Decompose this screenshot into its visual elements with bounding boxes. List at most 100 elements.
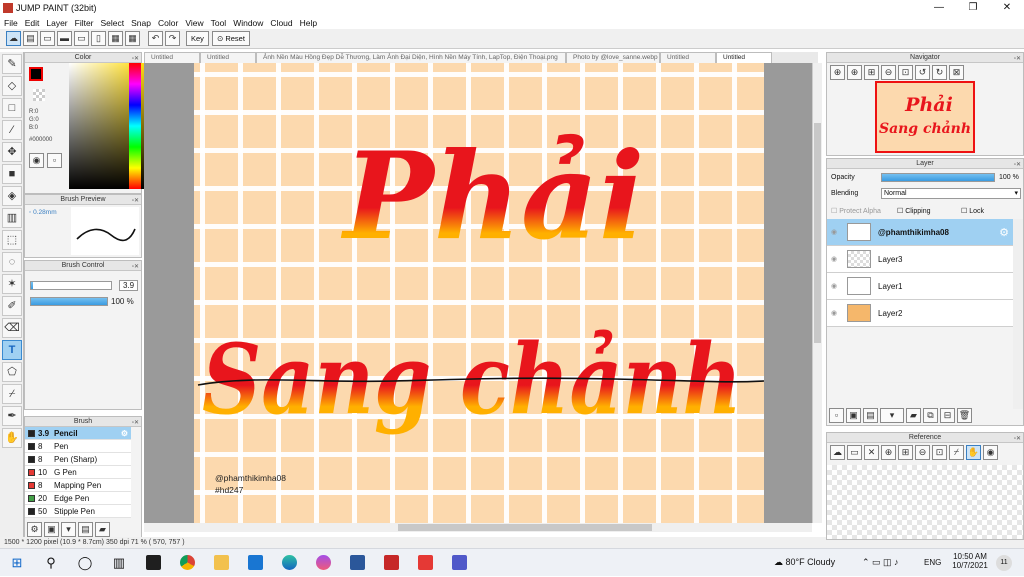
shape-tool-icon[interactable]: ⬠ [2,362,22,382]
brush-settings-icon[interactable]: ⚙ [27,522,42,537]
brush-menu-icon[interactable]: ▾ [61,522,76,537]
menu-edit[interactable]: Edit [25,18,40,28]
grid-icon[interactable]: ▦ [125,31,140,46]
menu-file[interactable]: File [4,18,18,28]
select-pen-tool-icon[interactable]: ✐ [2,296,22,316]
horizontal-scrollbar[interactable] [144,523,812,532]
new-raster-layer-icon[interactable]: ▣ [846,408,861,423]
layer-row[interactable]: ◉ Layer1 [827,273,1013,300]
menu-snap[interactable]: Snap [131,18,151,28]
gradient-tool-icon[interactable]: ▥ [2,208,22,228]
open-icon[interactable]: ▭ [40,31,55,46]
brush-item[interactable]: 10 G Pen [25,466,131,479]
new-layer-icon[interactable]: ▫ [829,408,844,423]
tab-background-image[interactable]: Ảnh Nền Màu Hồng Đẹp Dễ Thương, Làm Ảnh … [256,52,566,63]
drawing-canvas[interactable]: Phải Sang chảnh @phamthikimha08 #hd247 [194,63,764,523]
ref-zoom-fit-icon[interactable]: ⊕ [881,445,896,460]
select-rect-tool-icon[interactable]: ⬚ [2,230,22,250]
brush-item[interactable]: 8 Mapping Pen [25,479,131,492]
foreground-color-swatch[interactable] [29,67,43,81]
visibility-eye-icon[interactable]: ◉ [827,309,841,317]
delete-layer-icon[interactable]: 🗑 [957,408,972,423]
edge-icon[interactable] [272,549,306,577]
undo-icon[interactable]: ↶ [148,31,163,46]
brush-opacity-slider[interactable] [30,297,108,306]
visibility-eye-icon[interactable]: ◉ [827,228,841,236]
layer-row[interactable]: ◉ Layer3 [827,246,1013,273]
paint-app-icon[interactable] [408,549,442,577]
bucket-tool-icon[interactable]: ◈ [2,186,22,206]
brush-tool-icon[interactable]: ✎ [2,54,22,74]
hand-tool-icon[interactable]: ✋ [2,428,22,448]
flip-icon[interactable]: ⊠ [949,65,964,80]
maximize-icon[interactable]: ❐ [956,0,990,16]
tab-untitled-2[interactable]: Untitled [200,52,256,63]
ref-dropper-icon[interactable]: ⌿ [949,445,964,460]
divide-tool-icon[interactable]: ✒ [2,406,22,426]
search-icon[interactable]: ⚲ [34,549,68,577]
lock-checkbox[interactable]: ☐ Lock [961,207,984,215]
dropper-tool-icon[interactable]: ⌿ [2,384,22,404]
minimize-icon[interactable]: — [922,0,956,16]
document-icon[interactable]: ▯ [91,31,106,46]
reset-button[interactable]: ⊙ Reset [211,31,250,46]
menu-color[interactable]: Color [158,18,178,28]
zoom-fit-icon[interactable]: ⊕ [830,65,845,80]
ref-fit-icon[interactable]: ⊡ [932,445,947,460]
rotate-left-icon[interactable]: ↺ [915,65,930,80]
layer-row[interactable]: ◉ @phamthikimha08 ⚙ [827,219,1013,246]
ref-hand-icon[interactable]: ✋ [966,445,981,460]
visibility-eye-icon[interactable]: ◉ [827,255,841,263]
brush-item[interactable]: 8 Pen [25,440,131,453]
redo-icon[interactable]: ↷ [165,31,180,46]
clipping-checkbox[interactable]: ☐ Clipping [897,207,931,215]
chrome-icon[interactable] [170,549,204,577]
new-file-icon[interactable]: ▤ [23,31,38,46]
rect-tool-icon[interactable]: □ [2,98,22,118]
cloud-icon[interactable]: ☁ [6,31,21,46]
export-icon[interactable]: ▭ [74,31,89,46]
widgets-icon[interactable]: ▥ [102,549,136,577]
notification-badge[interactable]: 11 [996,555,1012,571]
reference-canvas[interactable] [827,465,1023,539]
save-icon[interactable]: ▬ [57,31,72,46]
menu-window[interactable]: Window [233,18,263,28]
merge-layer-icon[interactable]: ⊟ [940,408,955,423]
canvas-area[interactable]: Phải Sang chảnh @phamthikimha08 #hd247 [144,63,812,523]
copy-layer-icon[interactable]: ⧉ [923,408,938,423]
file-explorer-icon[interactable] [136,549,170,577]
palette-icon[interactable]: ◉ [29,153,44,168]
vertical-scrollbar[interactable] [812,63,822,523]
ref-open-icon[interactable]: ▭ [847,445,862,460]
select-eraser-tool-icon[interactable]: ⌫ [2,318,22,338]
mail-icon[interactable] [238,549,272,577]
tab-photo[interactable]: Photo by @love_sanne.webp [566,52,660,63]
menu-help[interactable]: Help [300,18,317,28]
move-tool-icon[interactable]: ✥ [2,142,22,162]
menu-view[interactable]: View [185,18,203,28]
ref-zoom-out-icon[interactable]: ⊖ [915,445,930,460]
tab-untitled-1[interactable]: Untitled [144,52,200,63]
zoom-in-icon[interactable]: ⊕ [847,65,862,80]
brush-item[interactable]: 3.9 Pencil ⚙ [25,427,131,440]
navigator-thumbnail[interactable]: Phải Sang chảnh [875,81,975,153]
weather-widget[interactable]: ☁ 80°F Cloudy [774,557,835,568]
settings-icon[interactable]: ▦ [108,31,123,46]
tab-untitled-active[interactable]: Untitled [716,52,772,63]
brush-item[interactable]: 50 Stipple Pen [25,505,131,518]
menu-cloud[interactable]: Cloud [270,18,292,28]
fill-rect-tool-icon[interactable]: ■ [2,164,22,184]
layer-settings-gear-icon[interactable]: ⚙ [999,226,1009,239]
zoom-actual-icon[interactable]: ⊞ [864,65,879,80]
blending-select[interactable]: Normal ▾ [881,188,1021,199]
brush-size-value[interactable]: 3.9 [119,280,139,291]
jump-paint-icon[interactable] [374,549,408,577]
ref-close-icon[interactable]: ✕ [864,445,879,460]
zoom-out-icon[interactable]: ⊖ [881,65,896,80]
layer-row[interactable]: ◉ Layer2 [827,300,1013,327]
layer-opacity-slider[interactable] [881,173,995,182]
ref-settings-icon[interactable]: ◉ [983,445,998,460]
rotate-right-icon[interactable]: ↻ [932,65,947,80]
task-view-icon[interactable]: ◯ [68,549,102,577]
menu-layer[interactable]: Layer [46,18,67,28]
